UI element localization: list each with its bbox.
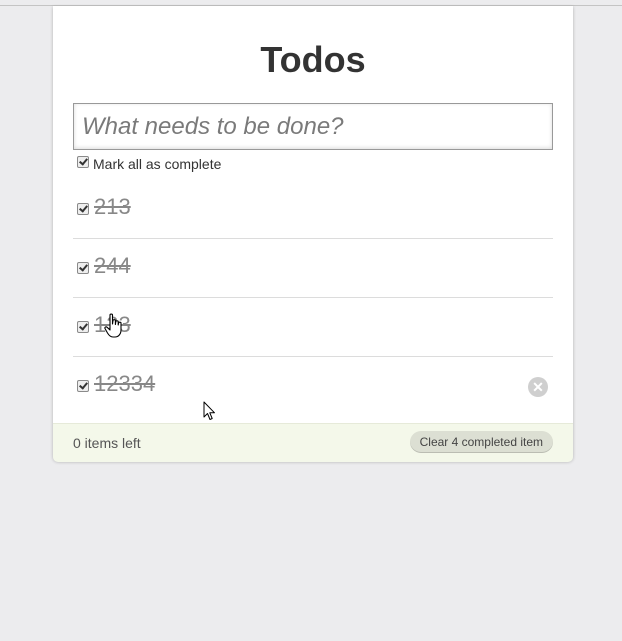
new-todo-input[interactable] [73, 103, 553, 150]
todo-footer: 0 items left Clear 4 completed item [53, 423, 573, 462]
page-title: Todos [260, 39, 366, 80]
todo-label[interactable]: 123 [94, 312, 131, 338]
todo-toggle-checkbox[interactable] [77, 321, 89, 333]
toggle-all-label[interactable]: Mark all as complete [93, 156, 221, 172]
todo-list: 213 244 123 12334 ✕ [73, 180, 553, 415]
todo-item[interactable]: 213 [73, 180, 553, 239]
todo-item[interactable]: 123 [73, 298, 553, 357]
todo-label[interactable]: 12334 [94, 371, 155, 397]
todo-toggle-checkbox[interactable] [77, 262, 89, 274]
toggle-all-row[interactable]: Mark all as complete [77, 152, 221, 172]
todo-item[interactable]: 12334 ✕ [73, 357, 553, 415]
clear-completed-button[interactable]: Clear 4 completed item [409, 431, 553, 453]
close-circle-icon[interactable]: ✕ [528, 377, 548, 397]
todo-label[interactable]: 244 [94, 253, 131, 279]
todo-item[interactable]: 244 [73, 239, 553, 298]
todo-toggle-checkbox[interactable] [77, 203, 89, 215]
todo-toggle-checkbox[interactable] [77, 380, 89, 392]
todo-label[interactable]: 213 [94, 194, 131, 220]
toggle-all-checkbox[interactable] [77, 156, 89, 168]
todo-app: Todos Mark all as complete 213 244 123 1… [53, 6, 573, 462]
items-left-count: 0 items left [73, 435, 141, 451]
